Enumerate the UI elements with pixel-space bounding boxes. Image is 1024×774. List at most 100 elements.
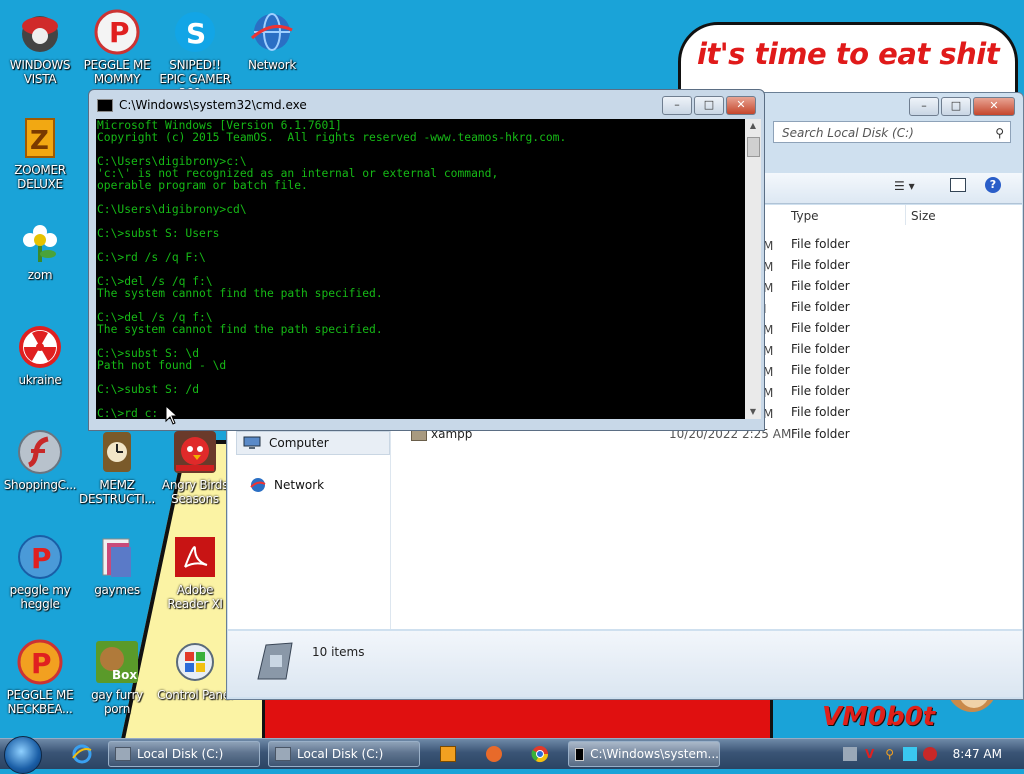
radiation-icon <box>16 323 64 371</box>
item-count: 10 items <box>312 645 365 659</box>
file-type-cell: File folder <box>791 237 850 251</box>
cmd-console[interactable]: Microsoft Windows [Version 6.1.7601] Cop… <box>96 119 745 419</box>
animal-box-icon: Box <box>93 638 141 686</box>
internet-explorer-icon <box>72 744 92 764</box>
taskbar-button-label: C:\Windows\system... <box>590 747 719 761</box>
desktop-icon-gay-furry-porn[interactable]: Box gay furry porn <box>77 638 157 716</box>
desktop-icon-control-panel[interactable]: Control Panel <box>155 638 235 702</box>
desktop-icon-label: ZOOMER DELUXE <box>14 163 66 191</box>
search-icon: ⚲ <box>995 126 1004 140</box>
close-button[interactable]: ✕ <box>726 96 756 115</box>
desktop-icon-label: Control Panel <box>157 688 233 702</box>
taskbar-pin-chrome[interactable] <box>518 742 562 766</box>
system-tray: V ⚲ 8:47 AM <box>842 739 1018 769</box>
column-header-type[interactable]: Type <box>791 209 819 223</box>
taskbar-pin-app[interactable] <box>472 742 516 766</box>
file-type-cell: File folder <box>791 405 850 419</box>
nav-label: Network <box>274 478 325 492</box>
svg-text:Z: Z <box>30 126 49 156</box>
desktop-icon-label: gaymes <box>94 583 140 597</box>
maximize-button[interactable]: □ <box>941 97 971 116</box>
svg-text:Box: Box <box>112 668 137 682</box>
cmd-titlebar: C:\Windows\system32\cmd.exe <box>97 98 307 112</box>
maximize-button[interactable]: □ <box>694 96 724 115</box>
wallpaper-watermark: VM0b0t <box>822 702 936 732</box>
desktop-icon-label: gay furry porn <box>91 688 143 716</box>
xbox-icon <box>16 8 64 56</box>
svg-text:S: S <box>186 17 206 50</box>
search-placeholder: Search Local Disk (C:) <box>782 126 914 140</box>
clock[interactable]: 8:47 AM <box>953 747 1002 761</box>
folder-icon <box>93 533 141 581</box>
tray-display-icon[interactable] <box>902 747 917 761</box>
desktop-icon-network[interactable]: Network <box>232 8 312 72</box>
svg-text:P: P <box>109 16 130 49</box>
taskbar-button-label: Local Disk (C:) <box>137 747 224 761</box>
file-type-cell: File folder <box>791 300 850 314</box>
view-options-icon[interactable]: ☰ ▾ <box>894 179 915 193</box>
taskbar-button-explorer[interactable]: Local Disk (C:) <box>108 741 260 767</box>
cmd-window[interactable]: C:\Windows\system32\cmd.exe – □ ✕ Micros… <box>88 89 765 431</box>
desktop-icon-label: ukraine <box>18 373 62 387</box>
column-header-size[interactable]: Size <box>911 209 936 223</box>
nav-label: Computer <box>269 436 329 450</box>
explorer-drive-icon <box>115 747 131 761</box>
desktop-icon-zoomer-deluxe[interactable]: Z ZOOMER DELUXE <box>0 113 80 191</box>
desktop-icon-label: WINDOWS VISTA <box>9 58 71 86</box>
desktop-icon-peggle-my-heggle[interactable]: P peggle my heggle <box>0 533 80 611</box>
peggle-icon: P <box>16 533 64 581</box>
taskbar-pin-media[interactable] <box>426 742 470 766</box>
close-button[interactable]: ✕ <box>973 97 1015 116</box>
cmd-icon <box>575 747 585 761</box>
cmd-icon <box>97 98 113 112</box>
tray-search-icon[interactable]: ⚲ <box>883 747 897 761</box>
desktop-icon-label: MEMZ DESTRUCTI... <box>79 478 155 506</box>
desktop-icon-angry-birds-seasons[interactable]: Angry Birds Seasons <box>155 428 235 506</box>
cmd-scrollbar[interactable]: ▲ ▼ <box>745 119 761 419</box>
desktop-icon-windows-vista[interactable]: WINDOWS VISTA <box>0 8 80 86</box>
desktop-icon-label: zom <box>27 268 53 282</box>
desktop-icon-adobe-reader[interactable]: Adobe Reader XI <box>155 533 235 611</box>
wallpaper-cartoon-shirt <box>262 696 773 743</box>
explorer-drive-icon <box>275 747 291 761</box>
svg-text:P: P <box>31 647 52 680</box>
tray-volume-icon[interactable] <box>922 747 937 761</box>
media-player-icon <box>440 746 456 762</box>
taskbar-pin-ie[interactable] <box>60 742 104 766</box>
computer-icon <box>243 436 261 449</box>
mouse-cursor-icon <box>165 405 179 425</box>
app-icon <box>486 746 502 762</box>
cmd-window-controls: – □ ✕ <box>662 96 756 115</box>
tray-app-icon[interactable] <box>842 747 857 761</box>
skype-icon: S <box>171 8 219 56</box>
desktop-icon-label: peggle my heggle <box>9 583 71 611</box>
network-globe-icon <box>248 8 296 56</box>
desktop-icon-zom[interactable]: zom <box>0 218 80 282</box>
minimize-button[interactable]: – <box>662 96 692 115</box>
desktop-icon-memz[interactable]: MEMZ DESTRUCTI... <box>77 428 157 506</box>
preview-pane-icon[interactable] <box>950 178 966 192</box>
drive-icon <box>257 642 293 680</box>
desktop-icon-peggle-me-neckbea[interactable]: P PEGGLE ME NECKBEA... <box>0 638 80 716</box>
desktop-icon-sniped[interactable]: S SNIPED!! EPIC GAMER 360... <box>155 8 235 100</box>
desktop-icon-gaymes[interactable]: gaymes <box>77 533 157 597</box>
scroll-up-icon[interactable]: ▲ <box>745 119 761 133</box>
help-icon[interactable]: ? <box>985 177 1001 193</box>
desktop-icon-label: Network <box>247 58 296 72</box>
desktop-icon-shoppingc[interactable]: ShoppingC... <box>0 428 80 492</box>
desktop-icon-ukraine[interactable]: ukraine <box>0 323 80 387</box>
scroll-thumb[interactable] <box>747 137 760 157</box>
file-type-cell: File folder <box>791 384 850 398</box>
nav-item-network[interactable]: Network <box>236 477 324 493</box>
scroll-down-icon[interactable]: ▼ <box>745 405 761 419</box>
desktop-icon-peggle-me-mommy[interactable]: P PEGGLE ME MOMMY <box>77 8 157 86</box>
cmd-title: C:\Windows\system32\cmd.exe <box>119 98 307 112</box>
taskbar-button-explorer-2[interactable]: Local Disk (C:) <box>268 741 420 767</box>
search-input[interactable]: Search Local Disk (C:) ⚲ <box>773 121 1011 143</box>
file-type-cell: File folder <box>791 342 850 356</box>
nav-item-computer[interactable]: Computer <box>236 431 390 455</box>
minimize-button[interactable]: – <box>909 97 939 116</box>
start-button[interactable] <box>4 736 42 774</box>
tray-v-icon[interactable]: V <box>863 747 877 761</box>
taskbar-button-cmd[interactable]: C:\Windows\system... <box>568 741 720 767</box>
